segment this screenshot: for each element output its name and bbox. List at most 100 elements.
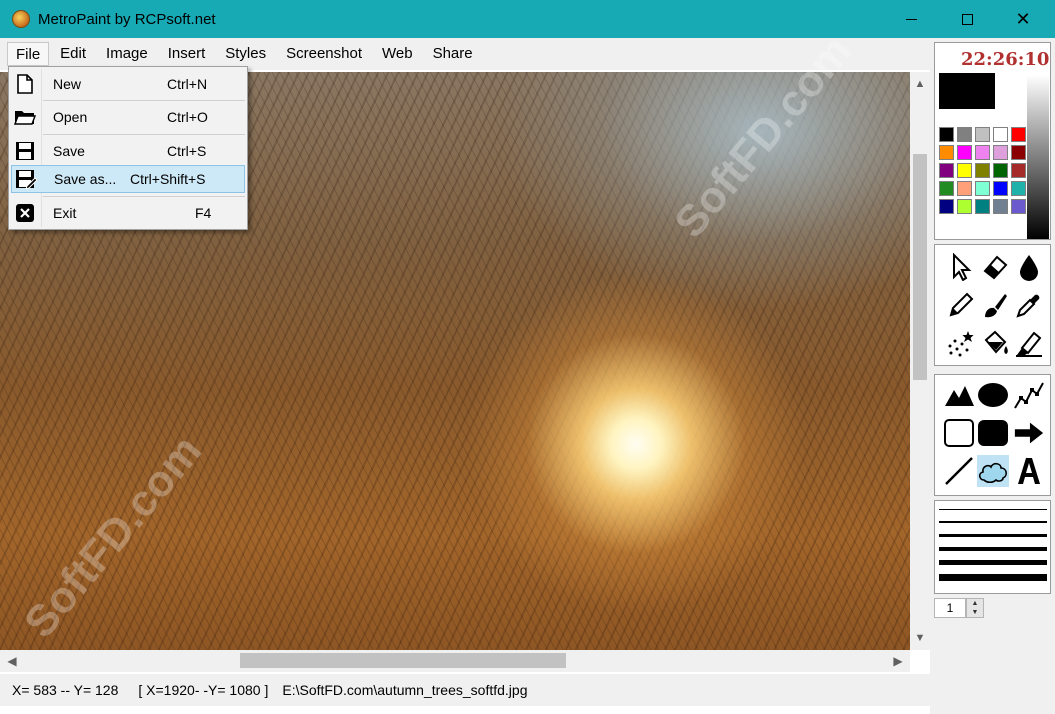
palette-swatch[interactable] (975, 163, 990, 178)
line-width-panel[interactable] (934, 500, 1051, 594)
highlighter-icon[interactable] (1013, 327, 1045, 359)
fill-bucket-icon[interactable] (979, 327, 1011, 359)
palette-swatch[interactable] (939, 181, 954, 196)
line-width-5[interactable] (939, 560, 1047, 565)
line-width-2[interactable] (939, 521, 1047, 523)
scroll-left-icon[interactable]: ◀ (2, 650, 22, 672)
shape-tools (934, 374, 1051, 496)
current-color-swatch[interactable] (939, 73, 995, 109)
palette-swatch[interactable] (1011, 145, 1026, 160)
menu-item-save-as[interactable]: Save as... Ctrl+Shift+S (11, 165, 245, 193)
scroll-down-icon[interactable]: ▼ (910, 628, 930, 648)
palette-swatch[interactable] (993, 181, 1008, 196)
palette-swatch[interactable] (1011, 127, 1026, 142)
title-bar: MetroPaint by RCPsoft.net ✕ (0, 0, 1055, 38)
palette-swatch[interactable] (1011, 199, 1026, 214)
menu-edit[interactable]: Edit (51, 42, 95, 66)
palette-swatch[interactable] (993, 127, 1008, 142)
status-bar: X= 583 -- Y= 128 [ X=1920- -Y= 1080 ] E:… (0, 674, 930, 706)
menu-item-open[interactable]: Open Ctrl+O (11, 103, 245, 131)
palette-swatch[interactable] (993, 145, 1008, 160)
palette-swatch[interactable] (993, 199, 1008, 214)
palette-swatch[interactable] (939, 199, 954, 214)
polyline-icon[interactable] (1013, 379, 1045, 411)
arrow-icon[interactable] (945, 251, 977, 283)
minimize-button[interactable] (888, 0, 934, 38)
grayscale-slider[interactable] (1027, 75, 1049, 239)
palette-swatch[interactable] (993, 163, 1008, 178)
palette-swatch[interactable] (975, 145, 990, 160)
palette-swatch[interactable] (939, 127, 954, 142)
app-logo-icon (12, 10, 30, 28)
scroll-up-icon[interactable]: ▲ (910, 74, 930, 94)
file-menu-dropdown: New Ctrl+N Open Ctrl+O Save Ctrl+S Save … (8, 66, 248, 230)
line-width-1[interactable] (939, 509, 1047, 510)
brush-icon[interactable] (979, 289, 1011, 321)
menu-item-new[interactable]: New Ctrl+N (11, 70, 245, 98)
horizontal-scroll-thumb[interactable] (240, 653, 566, 668)
vertical-scrollbar[interactable]: ▲ ▼ (910, 72, 930, 650)
palette-swatch[interactable] (939, 145, 954, 160)
window-title: MetroPaint by RCPsoft.net (38, 10, 216, 28)
palette-swatch[interactable] (975, 199, 990, 214)
text-icon[interactable] (1013, 455, 1045, 487)
file-path: E:\SoftFD.com\autumn_trees_softfd.jpg (282, 682, 528, 698)
rectangle-icon[interactable] (943, 417, 975, 449)
exit-icon (14, 202, 36, 224)
pencil-icon[interactable] (945, 289, 977, 321)
ellipse-icon[interactable] (977, 379, 1009, 411)
rounded-rect-icon[interactable] (977, 417, 1009, 449)
drop-icon[interactable] (1013, 251, 1045, 283)
image-size: [ X=1920- -Y= 1080 ] (138, 682, 269, 698)
menu-screenshot[interactable]: Screenshot (277, 42, 371, 66)
menu-item-exit[interactable]: Exit F4 (11, 199, 245, 227)
horizontal-scrollbar[interactable]: ◀ ▶ (0, 650, 910, 672)
palette-swatch[interactable] (975, 127, 990, 142)
menu-file[interactable]: File (7, 42, 50, 66)
color-panel: 22:26:10 (934, 42, 1051, 240)
palette-swatch[interactable] (957, 145, 972, 160)
palette-swatch[interactable] (1011, 181, 1026, 196)
menu-image[interactable]: Image (97, 42, 157, 66)
color-picker-icon[interactable] (1013, 289, 1045, 321)
triangle-icon[interactable] (943, 379, 975, 411)
cloud-icon[interactable] (977, 455, 1009, 487)
line-width-6[interactable] (939, 574, 1047, 581)
eraser-icon[interactable] (979, 251, 1011, 283)
menu-item-save[interactable]: Save Ctrl+S (11, 137, 245, 165)
close-button[interactable]: ✕ (1000, 0, 1046, 38)
cursor-position: X= 583 -- Y= 128 (12, 682, 119, 698)
spin-down-icon[interactable]: ▼ (967, 608, 983, 617)
palette-swatch[interactable] (957, 163, 972, 178)
menu-share[interactable]: Share (424, 42, 482, 66)
folder-icon (14, 106, 36, 128)
tools-panel: 22:26:10 1 ▲ ▼ (930, 38, 1055, 714)
menu-styles[interactable]: Styles (216, 42, 275, 66)
line-width-value[interactable]: 1 (934, 598, 966, 618)
line-width-3[interactable] (939, 534, 1047, 537)
clock: 22:26:10 (961, 49, 1050, 70)
vertical-scroll-thumb[interactable] (913, 154, 927, 380)
palette-swatch[interactable] (957, 127, 972, 142)
arrow-right-icon[interactable] (1013, 417, 1045, 449)
menu-insert[interactable]: Insert (159, 42, 215, 66)
scroll-right-icon[interactable]: ▶ (888, 650, 908, 672)
palette-swatch[interactable] (957, 199, 972, 214)
palette-swatch[interactable] (1011, 163, 1026, 178)
palette-swatch[interactable] (975, 181, 990, 196)
watermark-text: SoftFD.com (14, 426, 212, 647)
drawing-tools (934, 244, 1051, 366)
palette-swatch[interactable] (939, 163, 954, 178)
close-icon: ✕ (1015, 8, 1031, 29)
floppy-icon (14, 140, 36, 162)
menu-web[interactable]: Web (373, 42, 422, 66)
maximize-button[interactable] (944, 0, 990, 38)
spray-icon[interactable] (945, 327, 977, 359)
line-icon[interactable] (943, 455, 975, 487)
new-document-icon (14, 73, 36, 95)
spin-up-icon[interactable]: ▲ (967, 599, 983, 608)
palette-swatch[interactable] (957, 181, 972, 196)
line-width-spinner[interactable]: 1 ▲ ▼ (934, 598, 988, 618)
line-width-4[interactable] (939, 547, 1047, 551)
color-palette (939, 127, 1026, 214)
